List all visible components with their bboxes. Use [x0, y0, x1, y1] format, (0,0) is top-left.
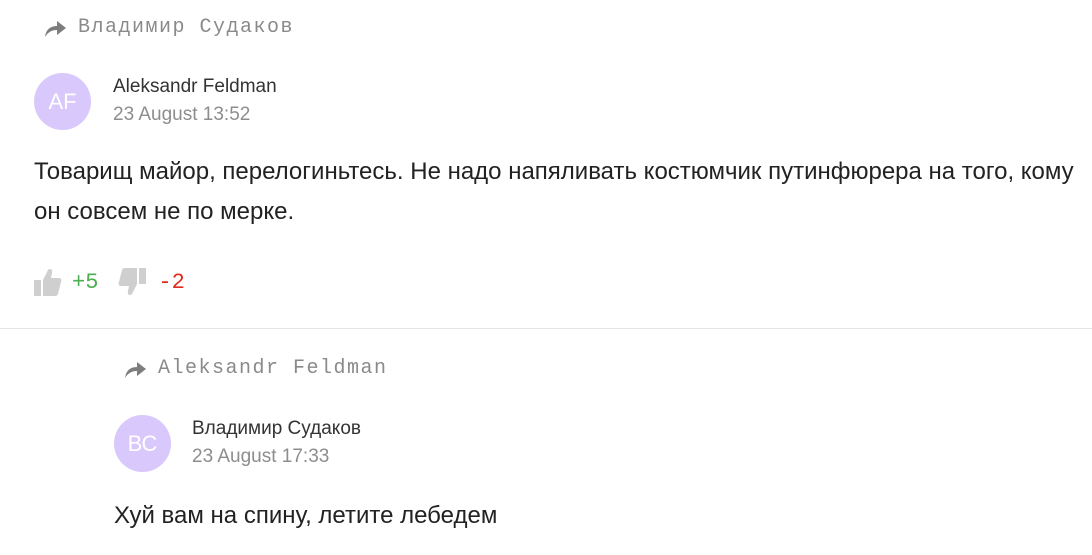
- thumbs-down-icon[interactable]: [118, 266, 148, 298]
- avatar[interactable]: AF: [34, 73, 91, 130]
- divider: [0, 328, 1092, 329]
- reply-to-name: Владимир Судаков: [78, 16, 295, 39]
- author-name[interactable]: Владимир Судаков: [192, 418, 361, 440]
- vote-bar: +5 -2: [32, 266, 185, 298]
- reply-arrow-icon: [45, 20, 66, 37]
- reply-arrow-icon: [125, 361, 146, 378]
- reply-to-name: Aleksandr Feldman: [158, 357, 388, 380]
- comment: Владимир Судаков AF Aleksandr Feldman 23…: [0, 0, 1092, 328]
- downvote-count: -2: [158, 269, 185, 295]
- thumbs-up-icon[interactable]: [32, 266, 62, 298]
- comment-date: 23 August 17:33: [192, 446, 330, 467]
- comment-text: Хуй вам на спину, летите лебедем: [114, 502, 498, 529]
- upvote-count: +5: [72, 269, 99, 295]
- avatar[interactable]: ВС: [114, 415, 171, 472]
- reply-to-link[interactable]: Владимир Судаков: [42, 16, 294, 39]
- comment-text: Товарищ майор, перелогиньтесь. Не надо н…: [34, 158, 1074, 225]
- comment-date: 23 August 13:52: [113, 104, 251, 125]
- downvote-group: -2: [118, 266, 185, 298]
- reply-to-link[interactable]: Aleksandr Feldman: [122, 357, 388, 380]
- comment-reply: Aleksandr Feldman ВС Владимир Судаков 23…: [0, 330, 1092, 555]
- author-name[interactable]: Aleksandr Feldman: [113, 76, 277, 98]
